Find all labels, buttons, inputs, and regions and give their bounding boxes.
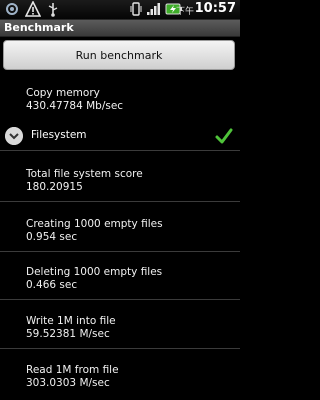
run-benchmark-button[interactable]: Run benchmark [3, 40, 235, 70]
list-item[interactable]: Write 1M into file 59.52381 M/sec [26, 315, 116, 341]
usb-debug-icon [6, 3, 18, 15]
item-value: 430.47784 Mb/sec [26, 100, 124, 112]
divider [0, 150, 240, 151]
item-label: Write 1M into file [26, 315, 116, 327]
item-value: 303.0303 M/sec [26, 377, 110, 389]
vibrate-icon [130, 2, 142, 16]
item-value: 180.20915 [26, 181, 83, 193]
status-ampm: 下午 [175, 7, 194, 17]
status-time: 10:57 [194, 1, 236, 16]
item-label: Read 1M from file [26, 364, 119, 376]
divider [0, 348, 240, 349]
section-label: Filesystem [31, 129, 87, 141]
item-label: Copy memory [26, 87, 100, 99]
list-item[interactable]: Deleting 1000 empty files 0.466 sec [26, 266, 162, 292]
item-value: 0.954 sec [26, 231, 78, 243]
check-icon [215, 128, 233, 144]
item-value: 59.52381 M/sec [26, 328, 110, 340]
list-item[interactable]: Creating 1000 empty files 0.954 sec [26, 218, 163, 244]
title-bar: Benchmark [0, 20, 240, 37]
signal-icon [147, 3, 160, 15]
chevron-down-icon[interactable] [5, 127, 23, 145]
divider [0, 299, 240, 300]
item-label: Total file system score [26, 168, 143, 180]
item-value: 0.466 sec [26, 279, 78, 291]
list-item[interactable]: Total file system score 180.20915 [26, 168, 143, 194]
page-title: Benchmark [4, 21, 74, 34]
item-label: Creating 1000 empty files [26, 218, 163, 230]
list-item[interactable]: Read 1M from file 303.0303 M/sec [26, 364, 119, 390]
divider [0, 201, 240, 202]
usb-icon [48, 3, 58, 17]
divider [0, 251, 240, 252]
item-label: Deleting 1000 empty files [26, 266, 163, 278]
list-item[interactable]: Copy memory 430.47784 Mb/sec [26, 87, 123, 113]
status-bar: 下午 10:57 [0, 0, 240, 20]
warning-icon [25, 1, 41, 17]
filesystem-section-header[interactable]: Filesystem [0, 124, 240, 148]
